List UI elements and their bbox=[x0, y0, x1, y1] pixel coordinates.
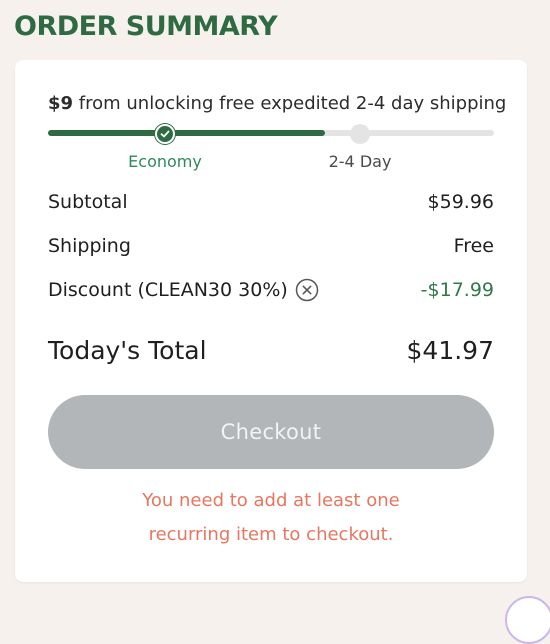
total-row: Today's Total $41.97 bbox=[48, 335, 494, 367]
shipping-value: Free bbox=[453, 235, 494, 257]
checkout-error-line-1: You need to add at least one bbox=[142, 490, 400, 511]
shipping-threshold-text: from unlocking free expedited 2-4 day sh… bbox=[73, 93, 507, 114]
shipping-threshold-message: $9 from unlocking free expedited 2-4 day… bbox=[48, 92, 506, 116]
shipping-row: Shipping Free bbox=[48, 233, 494, 259]
remove-discount-button[interactable] bbox=[295, 278, 319, 302]
subtotal-row: Subtotal $59.96 bbox=[48, 189, 494, 215]
discount-label: Discount (CLEAN30 30%) bbox=[48, 279, 288, 301]
subtotal-label: Subtotal bbox=[48, 191, 128, 213]
check-icon bbox=[160, 130, 170, 138]
discount-label-group: Discount (CLEAN30 30%) bbox=[48, 277, 319, 303]
checkout-error-line-2: recurring item to checkout. bbox=[148, 524, 394, 545]
close-circle-icon bbox=[295, 278, 319, 302]
total-value: $41.97 bbox=[406, 336, 494, 365]
step-economy-label: Economy bbox=[128, 152, 202, 171]
order-summary-card: $9 from unlocking free expedited 2-4 day… bbox=[15, 60, 527, 582]
shipping-label: Shipping bbox=[48, 235, 131, 257]
shipping-threshold-amount: $9 bbox=[48, 93, 74, 114]
checkout-error-message: You need to add at least one recurring i… bbox=[48, 484, 494, 552]
total-label: Today's Total bbox=[48, 336, 207, 365]
step-economy-marker bbox=[155, 124, 175, 144]
checkout-button[interactable]: Checkout bbox=[48, 395, 494, 469]
step-2-4-day-marker bbox=[350, 124, 370, 144]
discount-value: -$17.99 bbox=[420, 279, 494, 301]
page-title: ORDER SUMMARY bbox=[14, 11, 278, 42]
discount-row: Discount (CLEAN30 30%) -$17.99 bbox=[48, 277, 494, 303]
subtotal-value: $59.96 bbox=[427, 191, 494, 213]
step-2-4-day-label: 2-4 Day bbox=[328, 152, 392, 171]
shipping-progress-bar bbox=[48, 130, 494, 136]
shipping-progress-fill bbox=[48, 130, 325, 136]
chat-widget-button[interactable] bbox=[505, 596, 550, 644]
